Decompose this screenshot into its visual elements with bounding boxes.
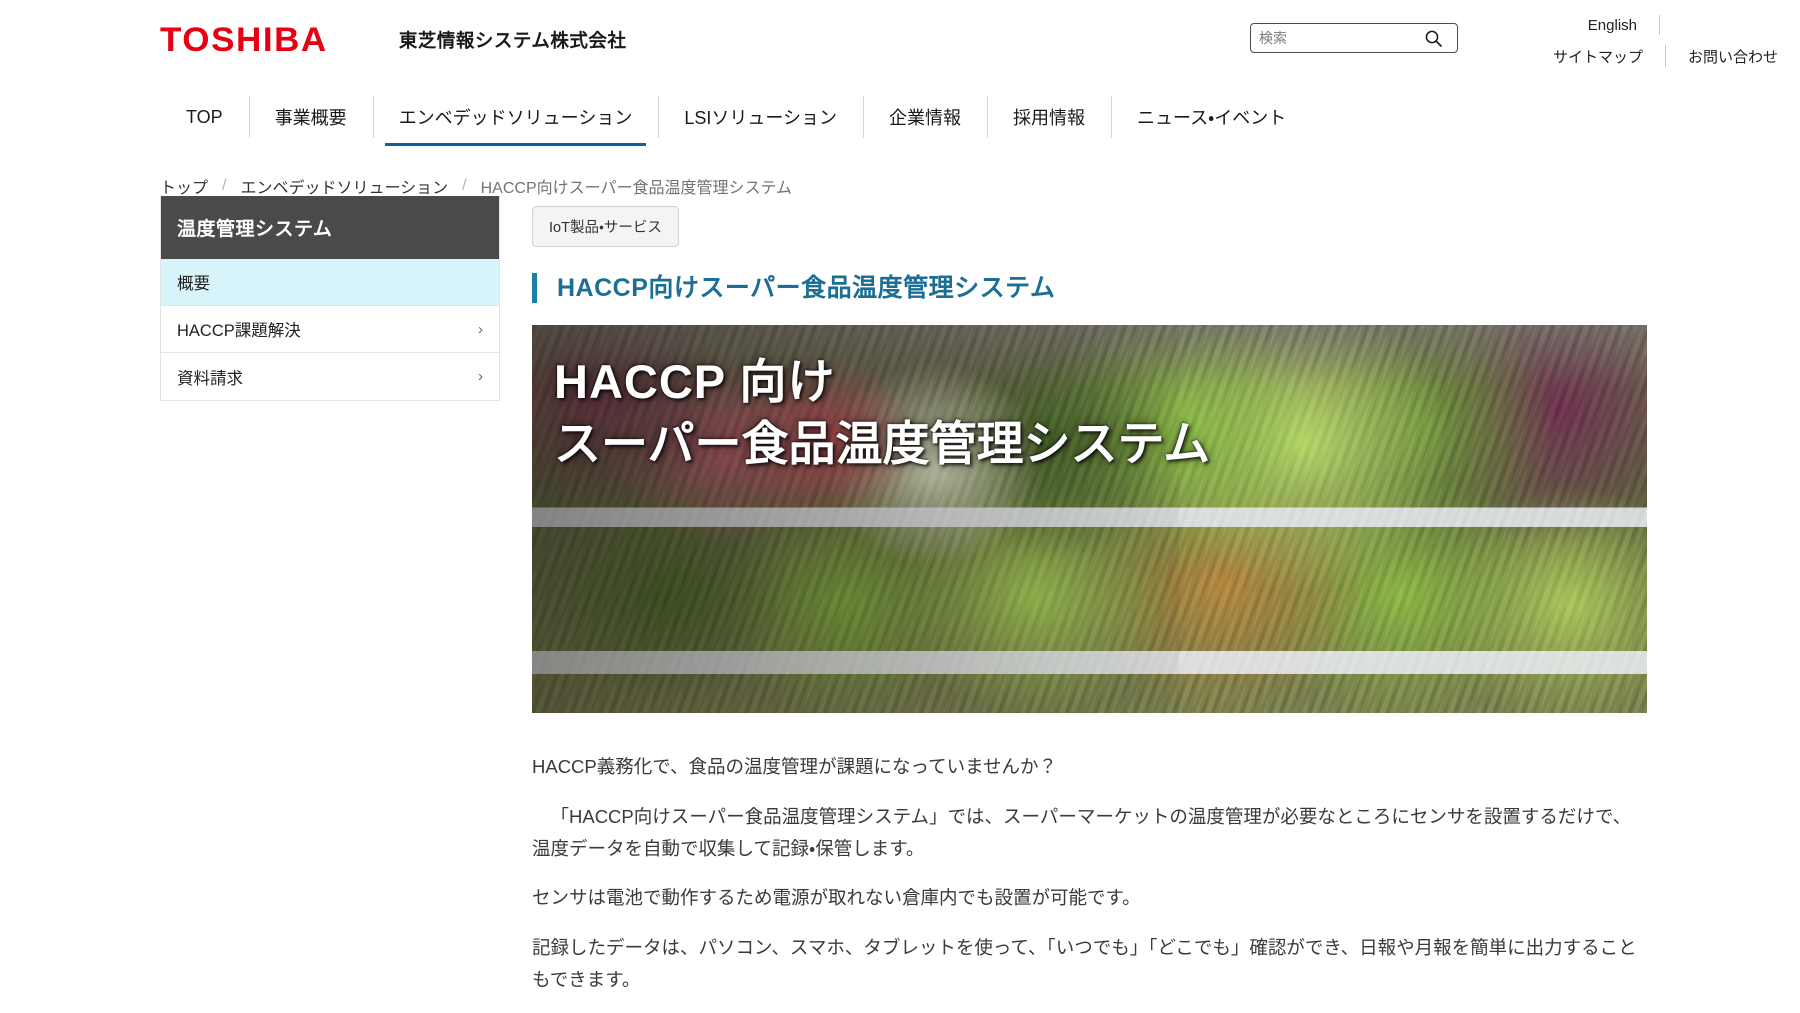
company-name: 東芝情報システム株式会社 (398, 30, 627, 51)
hero-heading-line2: スーパー食品温度管理システム (554, 417, 1211, 471)
body-paragraph-4: 記録したデータは、パソコン、スマホ、タブレットを使って、「いつでも」「どこでも」… (532, 937, 1637, 991)
search-icon[interactable] (1421, 26, 1445, 50)
breadcrumb: トップ / エンベデッドソリューション / HACCP向けスーパー食品温度管理シ… (0, 146, 1800, 197)
global-navigation: TOP 事業概要 エンベデッドソリューション LSIソリューション 企業情報 採… (0, 88, 1800, 146)
hero-heading: HACCP 向け スーパー食品温度管理システム (554, 351, 1210, 475)
gnav-item-lsi-solution[interactable]: LSIソリューション (658, 88, 863, 146)
body-paragraph-1: HACCP義務化で、食品の温度管理が課題になっていませんか？ (532, 756, 1058, 777)
sidebar-item-request-materials[interactable]: 資料請求 › (161, 353, 499, 400)
search-input[interactable] (1251, 25, 1421, 51)
sidebar-item-label: 概要 (177, 275, 210, 293)
page-title-text: HACCP向けスーパー食品温度管理システム (557, 274, 1056, 302)
gnav-item-embedded-solution[interactable]: エンベデッドソリューション (372, 88, 659, 146)
utility-links: English サイトマップ お問い合わせ (1553, 12, 1778, 70)
gnav-item-company-info[interactable]: 企業情報 (863, 88, 987, 146)
sidebar-item-label: HACCP課題解決 (177, 322, 301, 340)
breadcrumb-item-embedded-solution[interactable]: エンベデッドソリューション (240, 174, 448, 198)
site-header: TOSHIBA 東芝情報システム株式会社 English サイトマップ お問い合… (0, 0, 1800, 88)
chevron-right-icon: › (478, 320, 483, 338)
breadcrumb-item-current: HACCP向けスーパー食品温度管理システム (480, 180, 792, 197)
sidebar-title: 温度管理システム (161, 196, 499, 259)
utility-links-row-top: English (1553, 12, 1778, 38)
body-paragraph-3: センサは電池で動作するため電源が取れない倉庫内でも設置が可能です。 (532, 887, 1141, 909)
utility-divider-top (1659, 15, 1660, 35)
chevron-right-icon: › (478, 368, 483, 385)
breadcrumb-item-top[interactable]: トップ (160, 174, 208, 198)
breadcrumb-separator: / (462, 177, 467, 194)
gnav-item-top[interactable]: TOP (160, 88, 249, 146)
hero-banner: HACCP 向け スーパー食品温度管理システム (532, 325, 1647, 713)
gnav-item-business-overview[interactable]: 事業概要 (248, 88, 373, 146)
body-copy: HACCP義務化で、食品の温度管理が課題になっていませんか？ 「HACCP向けス… (532, 751, 1647, 996)
header-utility-area: English サイトマップ お問い合わせ (1240, 0, 1800, 88)
page-content: 温度管理システム 概要 HACCP課題解決 › 資料請求 › IoT製品・サービ… (0, 190, 1800, 996)
sidebar-item-label: 資料請求 (177, 369, 243, 388)
category-tag-badge[interactable]: IoT製品・サービス (532, 206, 679, 247)
breadcrumb-separator: / (222, 177, 227, 194)
gnav-item-recruit[interactable]: 採用情報 (987, 88, 1111, 146)
logo-block: TOSHIBA 東芝情報システム株式会社 (160, 23, 626, 57)
gnav-item-news-events[interactable]: ニュース・イベント (1111, 88, 1312, 146)
main-column: IoT製品・サービス HACCP向けスーパー食品温度管理システム HACCP 向… (500, 196, 1800, 996)
toshiba-logo[interactable]: TOSHIBA (160, 23, 328, 57)
hero-heading-line1: HACCP 向け (554, 355, 836, 408)
sidebar-item-overview[interactable]: 概要 (161, 259, 499, 306)
english-link[interactable]: English (1588, 17, 1637, 34)
page-title: HACCP向けスーパー食品温度管理システム (532, 273, 1650, 303)
search-box[interactable] (1250, 23, 1458, 53)
utility-links-row-bottom: サイトマップ お問い合わせ (1553, 42, 1778, 70)
page-title-accent-bar (532, 273, 537, 303)
sidebar-item-haccp-solutions[interactable]: HACCP課題解決 › (161, 306, 499, 353)
sitemap-link[interactable]: サイトマップ (1553, 46, 1643, 67)
contact-link[interactable]: お問い合わせ (1688, 46, 1778, 67)
utility-divider-bottom (1664, 45, 1666, 67)
body-paragraph-2: 「HACCP向けスーパー食品温度管理システム」では、スーパーマーケットの温度管理… (532, 805, 1632, 859)
local-sidebar: 温度管理システム 概要 HACCP課題解決 › 資料請求 › (160, 196, 500, 401)
